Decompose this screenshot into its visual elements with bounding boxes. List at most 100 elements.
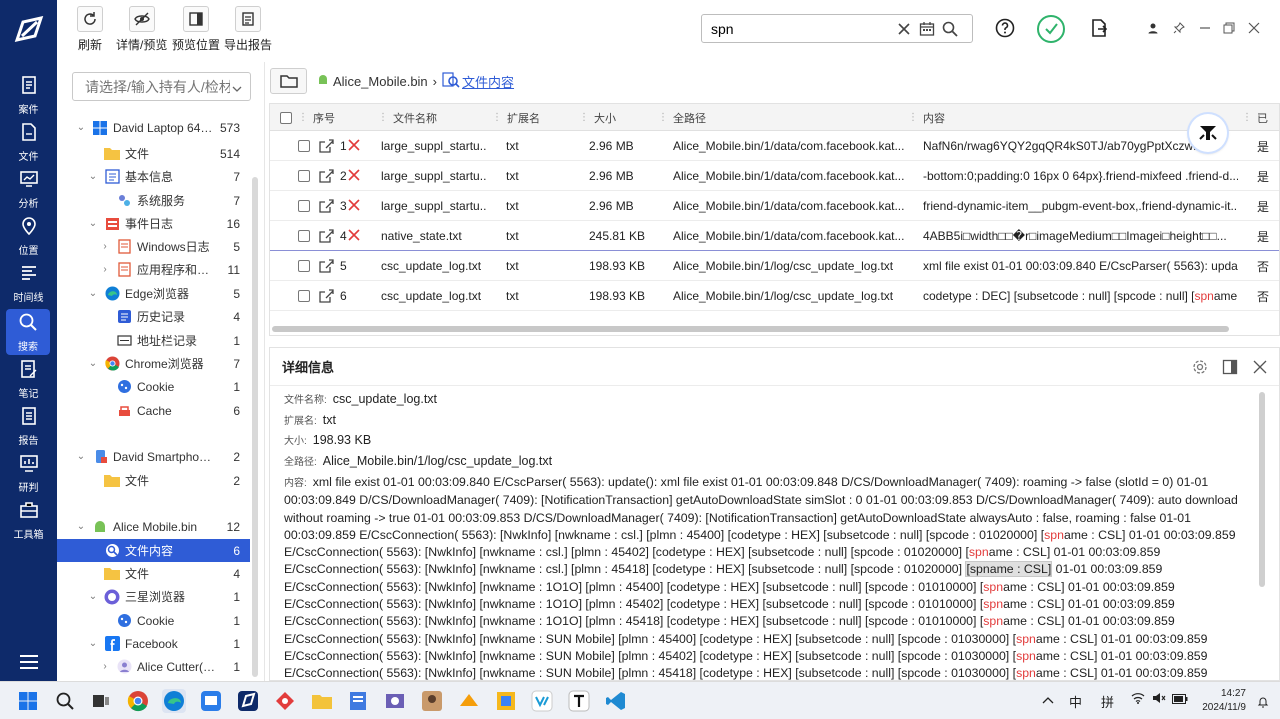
- app-kv-icon[interactable]: [530, 689, 554, 713]
- tree-item[interactable]: 文件 4: [57, 562, 250, 585]
- table-row[interactable]: 4 native_state.txt txt 245.81 KB Alice_Mobil…: [270, 221, 1279, 251]
- tree-item[interactable]: Cookie 1: [57, 375, 250, 398]
- wifi-icon[interactable]: [1131, 692, 1145, 707]
- file-explorer-icon[interactable]: [310, 689, 334, 713]
- chrome-icon[interactable]: [126, 689, 150, 713]
- chevron-down-icon[interactable]: ⌄: [87, 638, 99, 649]
- rail-item-file[interactable]: 文件: [0, 119, 57, 165]
- table-row[interactable]: 6 csc_update_log.txt txt 198.93 KB Alice_Mob…: [270, 281, 1279, 311]
- col-header-no[interactable]: ⋮ 序号: [298, 104, 378, 131]
- clear-icon[interactable]: [894, 19, 914, 39]
- col-header-name[interactable]: ⋮ 文件名称: [378, 104, 490, 131]
- tray-ime-pinyin[interactable]: 拼: [1101, 692, 1114, 711]
- open-icon[interactable]: [318, 251, 340, 281]
- rail-item-research[interactable]: 研判: [0, 450, 57, 496]
- chevron-down-icon[interactable]: ⌄: [75, 521, 87, 532]
- export-report-button[interactable]: 导出报告: [224, 6, 272, 53]
- app-text-icon[interactable]: [567, 689, 591, 713]
- minimize-icon[interactable]: [1195, 18, 1215, 38]
- table-row[interactable]: 1 large_suppl_startu... txt 2.96 MB Alice_Mo…: [270, 131, 1279, 161]
- chevron-down-icon[interactable]: [232, 79, 242, 95]
- assistant-float-button[interactable]: [1189, 114, 1227, 152]
- app-red-icon[interactable]: [273, 689, 297, 713]
- chevron-down-icon[interactable]: ⌄: [87, 591, 99, 602]
- battery-icon[interactable]: [1172, 692, 1188, 707]
- breadcrumb-current[interactable]: 文件内容: [462, 72, 514, 91]
- tree-item[interactable]: 文件 514: [57, 142, 250, 165]
- rail-item-analysis[interactable]: 分析: [0, 166, 57, 212]
- notification-bell-icon[interactable]: [1257, 696, 1269, 711]
- col-header-content[interactable]: ⋮ 内容: [908, 104, 1238, 131]
- rail-item-notes[interactable]: 笔记: [0, 356, 57, 402]
- holder-filter-input[interactable]: [85, 78, 230, 95]
- tray-ime-cn[interactable]: 中: [1069, 692, 1082, 711]
- row-checkbox[interactable]: [298, 260, 310, 272]
- detail-close-icon[interactable]: [1250, 357, 1270, 377]
- search-icon[interactable]: [940, 19, 960, 39]
- chevron-down-icon[interactable]: ⌄: [75, 122, 87, 133]
- rail-item-case[interactable]: 案件: [0, 72, 57, 118]
- detail-vscrollbar[interactable]: [1259, 392, 1265, 587]
- tree-item[interactable]: 文件 2: [57, 469, 250, 492]
- panel-toggle-icon[interactable]: [1220, 357, 1240, 377]
- row-checkbox[interactable]: [298, 140, 310, 152]
- search-input[interactable]: [711, 20, 891, 37]
- app-yellow-icon[interactable]: [494, 689, 518, 713]
- vscode-icon[interactable]: [604, 689, 628, 713]
- chevron-down-icon[interactable]: ⌄: [87, 218, 99, 229]
- tree-item[interactable]: ⌄ David Laptop 64G... 573: [57, 116, 250, 139]
- app-scan-icon[interactable]: [383, 689, 407, 713]
- table-row[interactable]: 2 large_suppl_startu... txt 2.96 MB Alice_Mo…: [270, 161, 1279, 191]
- app-avatar-icon[interactable]: [420, 689, 444, 713]
- app-blue-doc-icon[interactable]: [346, 689, 370, 713]
- folder-button[interactable]: [270, 68, 307, 94]
- volume-muted-icon[interactable]: [1152, 692, 1166, 707]
- col-header-ext[interactable]: ⋮ 扩展名: [492, 104, 578, 131]
- status-ok-icon[interactable]: [1037, 15, 1065, 43]
- open-icon[interactable]: [318, 221, 340, 251]
- row-checkbox[interactable]: [298, 290, 310, 302]
- tree-scrollbar[interactable]: [252, 177, 258, 677]
- refresh-button[interactable]: 刷新: [77, 6, 103, 53]
- row-checkbox[interactable]: [298, 230, 310, 242]
- task-view-icon[interactable]: [89, 689, 113, 713]
- tree-item[interactable]: ⌄ Edge浏览器 5: [57, 282, 250, 305]
- restore-icon[interactable]: [1219, 18, 1239, 38]
- tree-item[interactable]: › 应用程序和服务... 11: [57, 258, 250, 281]
- rail-item-search[interactable]: 搜索: [6, 309, 50, 355]
- app-forensic-icon[interactable]: [236, 689, 260, 713]
- tree-item[interactable]: ⌄ 基本信息 7: [57, 165, 250, 188]
- menu-icon[interactable]: [0, 655, 57, 669]
- close-icon[interactable]: [1244, 18, 1264, 38]
- taskbar-search-icon[interactable]: [53, 689, 77, 713]
- chevron-down-icon[interactable]: ⌄: [75, 451, 87, 462]
- rail-item-timeline[interactable]: 时间线: [0, 260, 57, 306]
- open-icon[interactable]: [318, 281, 340, 311]
- row-checkbox[interactable]: [298, 200, 310, 212]
- tree-item[interactable]: ⌄ Chrome浏览器 7: [57, 352, 250, 375]
- edge-icon[interactable]: [162, 689, 186, 713]
- tree-item[interactable]: 系统服务 7: [57, 189, 250, 212]
- tree-item[interactable]: 文件内容 6: [57, 539, 250, 562]
- chevron-down-icon[interactable]: ⌄: [87, 358, 99, 369]
- tree-item[interactable]: ⌄ 三星浏览器 1: [57, 585, 250, 608]
- settings-icon[interactable]: [1190, 357, 1210, 377]
- table-row[interactable]: 5 csc_update_log.txt txt 198.93 KB Alice_Mob…: [270, 251, 1279, 281]
- chevron-right-icon[interactable]: ›: [99, 241, 111, 252]
- windows-start-icon[interactable]: [16, 689, 40, 713]
- pin-icon[interactable]: [1169, 18, 1189, 38]
- open-icon[interactable]: [318, 131, 340, 161]
- calendar-icon[interactable]: [917, 19, 937, 39]
- tree-item[interactable]: › Alice Cutter(61... 1: [57, 655, 250, 678]
- user-icon[interactable]: [1143, 18, 1163, 38]
- tree-item[interactable]: ⌄ 事件日志 16: [57, 212, 250, 235]
- tree-item[interactable]: ⌄ Facebook 1: [57, 632, 250, 655]
- preview-position-button[interactable]: 预览位置: [172, 6, 220, 53]
- tree-item[interactable]: 地址栏记录 1: [57, 329, 250, 352]
- detail-preview-button[interactable]: 详情/预览: [116, 6, 167, 53]
- app-tool-icon[interactable]: [199, 689, 223, 713]
- col-header-flag[interactable]: ⋮ 已: [1242, 104, 1279, 131]
- chevron-right-icon[interactable]: ›: [99, 661, 111, 672]
- select-all-checkbox[interactable]: [280, 111, 292, 124]
- export-file-icon[interactable]: [1087, 16, 1111, 40]
